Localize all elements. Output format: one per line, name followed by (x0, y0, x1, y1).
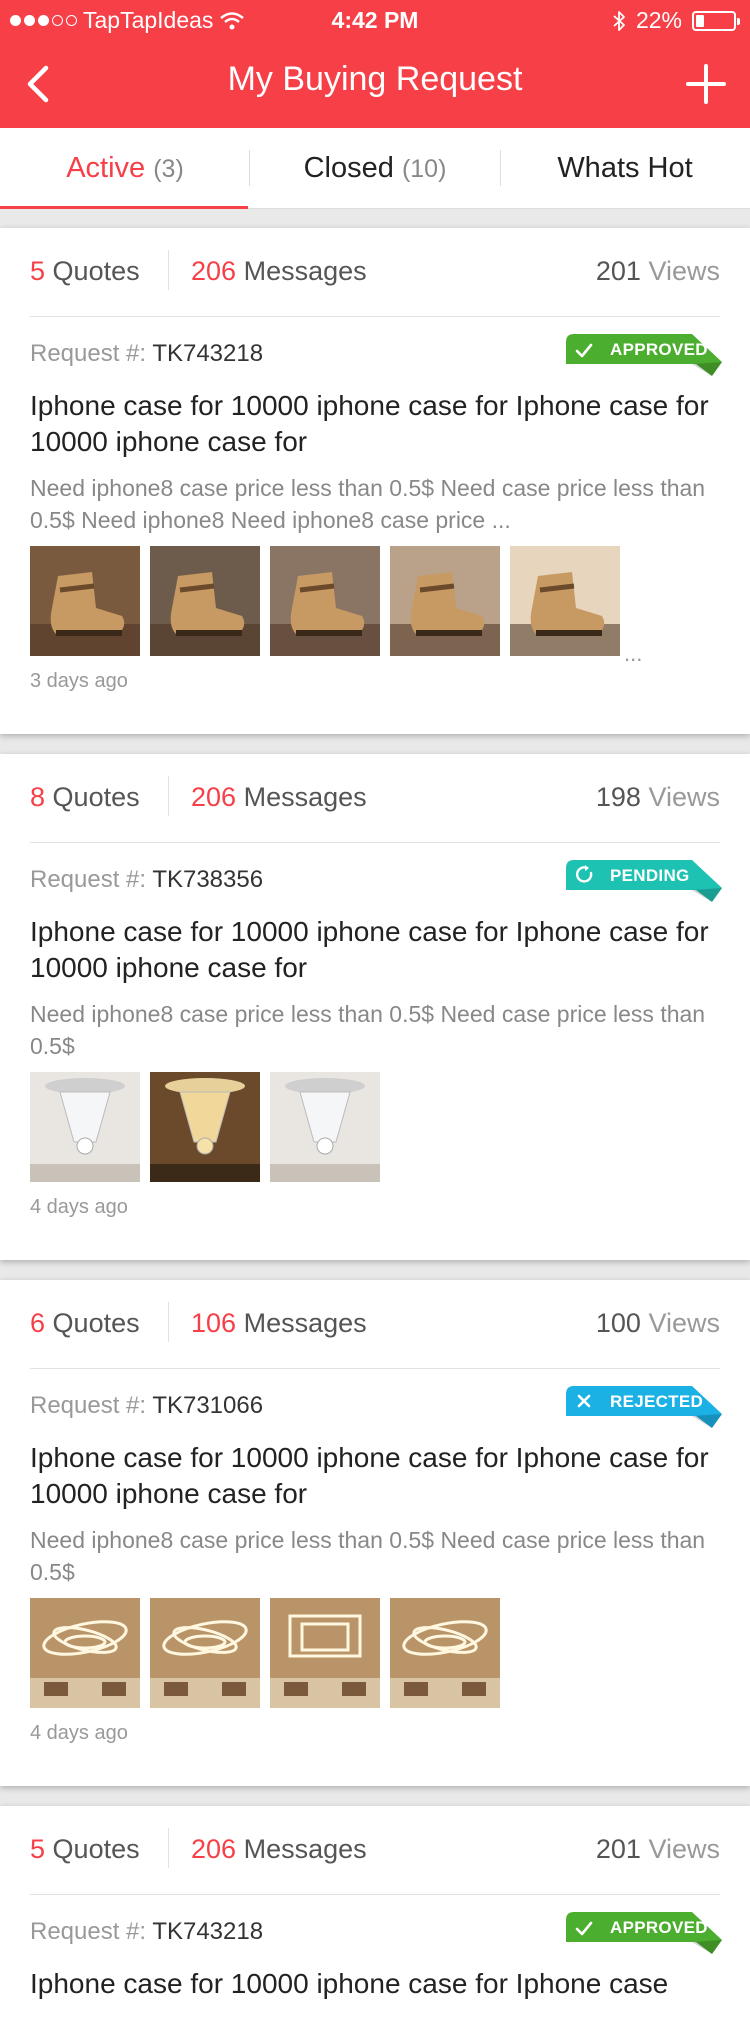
stat-divider (168, 1828, 169, 1868)
request-time: 3 days ago (30, 670, 128, 692)
status-badge-label: APPROVED (610, 340, 708, 359)
chandelier-photo-2[interactable] (150, 1072, 260, 1182)
boot-photo-2[interactable] (150, 546, 260, 656)
status-bar: TapTapIdeas 4:42 PM 22% (0, 0, 750, 40)
views-stat: 100 Views (595, 1308, 720, 1338)
chandelier-photo-1[interactable] (30, 1072, 140, 1182)
add-request-button[interactable] (682, 60, 730, 108)
status-badge: PENDING (566, 860, 722, 902)
boot-photo-1[interactable] (30, 546, 140, 656)
ring-lamp-photo-2[interactable] (150, 1598, 260, 1708)
status-badge-label: APPROVED (610, 1918, 708, 1937)
request-description: Need iphone8 case price less than 0.5$ N… (30, 1527, 706, 1585)
battery-icon (692, 10, 740, 31)
request-time: 4 days ago (30, 1722, 128, 1744)
request-card[interactable]: 6 Quotes 106 Messages 100 Views Request … (0, 1280, 750, 1786)
views-stat: 201 Views (595, 1834, 720, 1864)
quotes-stat: 8 Quotes (30, 782, 140, 812)
messages-stat: 206 Messages (191, 782, 367, 812)
status-badge-label: PENDING (610, 866, 690, 885)
request-stats: 8 Quotes 206 Messages 198 Views (30, 754, 720, 843)
messages-stat: 106 Messages (191, 1308, 367, 1338)
request-stats: 6 Quotes 106 Messages 100 Views (30, 1280, 720, 1369)
views-stat: 198 Views (595, 782, 720, 812)
tab-closed-count: (10) (401, 155, 447, 183)
nav-bar: My Buying Request (0, 44, 750, 124)
boot-photo-5[interactable] (510, 546, 620, 656)
request-title[interactable]: Iphone case for 10000 iphone case for Ip… (30, 388, 720, 460)
chandelier-photo-3[interactable] (270, 1072, 380, 1182)
status-badge: REJECTED (566, 1386, 722, 1428)
tab-whats-hot-label: Whats Hot (557, 152, 693, 184)
request-card[interactable]: 5 Quotes 206 Messages 201 Views Request … (0, 228, 750, 734)
request-description: Need iphone8 case price less than 0.5$ N… (30, 475, 706, 533)
tab-closed-label: Closed (303, 152, 394, 184)
app-header: TapTapIdeas 4:42 PM 22% My Buying Reques… (0, 0, 750, 128)
request-card[interactable]: 5 Quotes 206 Messages 201 Views Request … (0, 1806, 750, 2026)
quotes-stat: 5 Quotes (30, 1834, 140, 1864)
quotes-stat: 6 Quotes (30, 1308, 140, 1338)
tab-bar: Active (3) Closed (10) Whats Hot (0, 128, 750, 209)
request-title[interactable]: Iphone case for 10000 iphone case for Ip… (30, 1440, 720, 1512)
stat-divider (168, 1302, 169, 1342)
messages-stat: 206 Messages (191, 256, 367, 286)
tab-active[interactable]: Active (3) (0, 128, 250, 209)
tab-active-label: Active (66, 152, 146, 184)
tab-whats-hot[interactable]: Whats Hot (500, 128, 750, 208)
request-title[interactable]: Iphone case for 10000 iphone case for Ip… (30, 914, 720, 986)
status-badge: APPROVED (566, 334, 722, 376)
bluetooth-icon (613, 10, 625, 31)
request-stats: 5 Quotes 206 Messages 201 Views (30, 1806, 720, 1895)
boot-photo-3[interactable] (270, 546, 380, 656)
request-time: 4 days ago (30, 1196, 128, 1218)
request-description: Need iphone8 case price less than 0.5$ N… (30, 1001, 706, 1059)
status-badge: APPROVED (566, 1912, 722, 1954)
views-stat: 201 Views (595, 256, 720, 286)
request-number: Request #: TK743218 (30, 340, 264, 367)
messages-stat: 206 Messages (191, 1834, 367, 1864)
request-number: Request #: TK743218 (30, 1918, 264, 1945)
ring-lamp-photo-1[interactable] (30, 1598, 140, 1708)
tab-active-count: (3) (153, 155, 184, 183)
stat-divider (168, 250, 169, 290)
ring-lamp-photo-3[interactable] (270, 1598, 380, 1708)
request-card[interactable]: 8 Quotes 206 Messages 198 Views Request … (0, 754, 750, 1260)
page-title: My Buying Request (227, 60, 523, 98)
request-stats: 5 Quotes 206 Messages 201 Views (30, 228, 720, 317)
battery-percent: 22% (635, 7, 682, 33)
tab-closed[interactable]: Closed (10) (250, 128, 500, 208)
boot-photo-4[interactable] (390, 546, 500, 656)
request-number: Request #: TK738356 (30, 866, 264, 893)
request-number: Request #: TK731066 (30, 1392, 264, 1419)
quotes-stat: 5 Quotes (30, 256, 140, 286)
ring-lamp-photo-4[interactable] (390, 1598, 500, 1708)
status-badge-label: REJECTED (610, 1392, 704, 1411)
stat-divider (168, 776, 169, 816)
request-title[interactable]: Iphone case for 10000 iphone case for Ip… (30, 1966, 720, 2002)
more-images-indicator[interactable]: ... (624, 641, 642, 667)
